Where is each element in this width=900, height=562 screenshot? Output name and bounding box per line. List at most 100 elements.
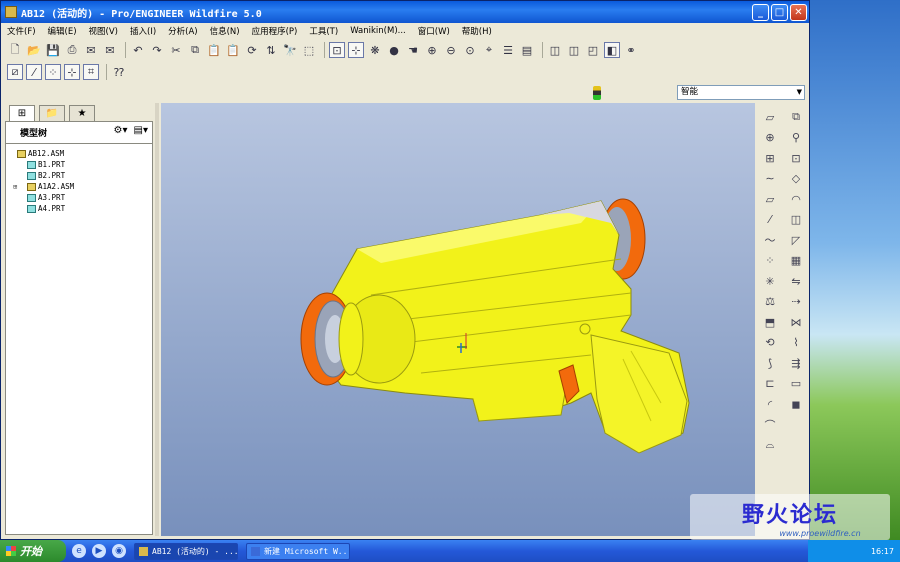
gun-model[interactable] (161, 103, 755, 536)
analysis-icon[interactable]: ⚖ (757, 292, 783, 313)
orient-mode-icon[interactable]: ❋ (367, 42, 383, 58)
pan-hand-icon[interactable]: ☚ (405, 42, 421, 58)
extend-icon[interactable]: ⇢ (783, 292, 809, 313)
pattern-icon[interactable]: ▦ (783, 251, 809, 272)
copy-icon[interactable]: ⧉ (187, 42, 203, 58)
dropdown-arrow-icon[interactable]: ▼ (797, 86, 802, 99)
csys-icon[interactable]: ✳ (757, 271, 783, 292)
annotation-display-icon[interactable]: ⌗ (83, 64, 99, 80)
tree-item[interactable]: ⊞ A1A2.ASM (10, 181, 152, 192)
sweep-icon[interactable]: ⟆ (757, 353, 783, 374)
part-copy-icon[interactable]: ⧉ (783, 107, 809, 128)
revolve-icon[interactable]: ⟲ (757, 333, 783, 354)
graphics-viewport[interactable] (161, 103, 755, 536)
undo-icon[interactable]: ↶ (130, 42, 146, 58)
minimize-button[interactable]: _ (752, 3, 769, 21)
zoom-out-icon[interactable]: ⊖ (443, 42, 459, 58)
menu-manikin[interactable]: Wanikin(M)... (350, 26, 406, 36)
trim-icon[interactable]: ⌇ (783, 333, 809, 354)
regenerate-icon[interactable]: ⟳ (244, 42, 260, 58)
rib-icon[interactable]: ◫ (783, 210, 809, 231)
datum-axis-display-icon[interactable]: ⁄ (26, 64, 42, 80)
datum-plane-display-icon[interactable]: ⧄ (7, 64, 23, 80)
extrude-icon[interactable]: ⬒ (757, 312, 783, 333)
menu-applications[interactable]: 应用程序(P) (252, 25, 298, 37)
datum-plane-icon[interactable]: ▱ (757, 107, 783, 128)
sketch-icon[interactable]: ∼ (757, 169, 783, 190)
tab-favorites[interactable]: ★ (69, 105, 95, 121)
assemble-icon[interactable]: ⊕ (757, 128, 783, 149)
round-icon[interactable]: ◠ (783, 189, 809, 210)
hole-icon[interactable]: ⊡ (783, 148, 809, 169)
curve-icon[interactable]: 〜 (757, 230, 783, 251)
model-display-icon[interactable]: ⚭ (623, 42, 639, 58)
paste-icon[interactable]: 📋 (206, 42, 222, 58)
zoom-in-icon[interactable]: ⊕ (424, 42, 440, 58)
csys-display-icon[interactable]: ⊹ (64, 64, 80, 80)
close-button[interactable]: ✕ (790, 3, 807, 21)
offset-icon[interactable]: ⇶ (783, 353, 809, 374)
menu-tools[interactable]: 工具(T) (309, 25, 338, 37)
menu-analysis[interactable]: 分析(A) (168, 25, 197, 37)
tab-model-tree[interactable]: ⊞ (9, 105, 35, 121)
axis-line-icon[interactable]: ⁄ (757, 210, 783, 231)
menu-window[interactable]: 窗口(W) (418, 25, 450, 37)
task-proe[interactable]: AB12 (活动的) - ... (134, 542, 238, 560)
axis-icon[interactable]: ⚲ (783, 128, 809, 149)
shell-icon[interactable]: ◇ (783, 169, 809, 190)
hidden-line-icon[interactable]: ◫ (566, 42, 582, 58)
point-icon[interactable]: ⁘ (757, 251, 783, 272)
blend-icon[interactable]: ⊏ (757, 374, 783, 395)
no-hidden-icon[interactable]: ◰ (585, 42, 601, 58)
style-icon[interactable]: ◜ (757, 394, 783, 415)
tree-item[interactable]: A4.PRT (10, 203, 152, 214)
tree-item[interactable]: A3.PRT (10, 192, 152, 203)
new-file-icon[interactable]: 🗋 (7, 42, 23, 58)
title-bar[interactable]: AB12 (活动的) - Pro/ENGINEER Wildfire 5.0 _… (1, 1, 809, 23)
redo-icon[interactable]: ↷ (149, 42, 165, 58)
clock[interactable]: 16:17 (871, 547, 894, 556)
panel-splitter[interactable] (155, 103, 159, 536)
menu-help[interactable]: 帮助(H) (462, 25, 492, 37)
paste-special-icon[interactable]: 📋 (225, 42, 241, 58)
select-box-icon[interactable]: ⬚ (301, 42, 317, 58)
tree-settings-icon[interactable]: ⚙▾ (114, 125, 128, 136)
menu-edit[interactable]: 编辑(E) (48, 25, 77, 37)
create-component-icon[interactable]: ⊞ (757, 148, 783, 169)
mirror-icon[interactable]: ⇋ (783, 271, 809, 292)
solidify-icon[interactable]: ◼ (783, 394, 809, 415)
menu-insert[interactable]: 插入(I) (130, 25, 156, 37)
email-icon[interactable]: ✉ (83, 42, 99, 58)
edge-round-icon[interactable]: ⌒ (757, 415, 783, 436)
media-player-icon[interactable]: ▶ (92, 544, 106, 558)
print-icon[interactable]: ⎙ (64, 42, 80, 58)
find-icon[interactable]: 🔭 (282, 42, 298, 58)
tree-show-icon[interactable]: ▤▾ (134, 125, 148, 136)
start-button[interactable]: 开始 (0, 540, 66, 562)
ie-icon[interactable]: e (72, 544, 86, 558)
selection-filter-select[interactable]: 智能 ▼ (677, 85, 805, 100)
layers-icon[interactable]: ▤ (519, 42, 535, 58)
saved-views-icon[interactable]: ☰ (500, 42, 516, 58)
task-word[interactable]: 新建 Microsoft W... (246, 542, 350, 560)
refit-icon[interactable]: ⊙ (462, 42, 478, 58)
save-icon[interactable]: 💾 (45, 42, 61, 58)
datum-point-display-icon[interactable]: ⁘ (45, 64, 61, 80)
tree-item[interactable]: B2.PRT (10, 170, 152, 181)
edge-chamfer-icon[interactable]: ⌓ (757, 435, 783, 456)
spin-center-icon[interactable]: ⊹ (348, 42, 364, 58)
shading-icon[interactable]: ◧ (604, 42, 620, 58)
cut-icon[interactable]: ✂ (168, 42, 184, 58)
tab-folder-browser[interactable]: 📁 (39, 105, 65, 121)
repaint-icon[interactable]: ⊡ (329, 42, 345, 58)
merge-icon[interactable]: ⋈ (783, 312, 809, 333)
email-link-icon[interactable]: ✉ (102, 42, 118, 58)
menu-info[interactable]: 信息(N) (210, 25, 240, 37)
context-help-icon[interactable]: ⁇ (111, 64, 127, 80)
maximize-button[interactable]: □ (771, 3, 788, 21)
draft-icon[interactable]: ◸ (783, 230, 809, 251)
tree-item[interactable]: AB12.ASM (10, 148, 152, 159)
open-folder-icon[interactable]: 📂 (26, 42, 42, 58)
wireframe-icon[interactable]: ◫ (547, 42, 563, 58)
datum-plane2-icon[interactable]: ▱ (757, 189, 783, 210)
